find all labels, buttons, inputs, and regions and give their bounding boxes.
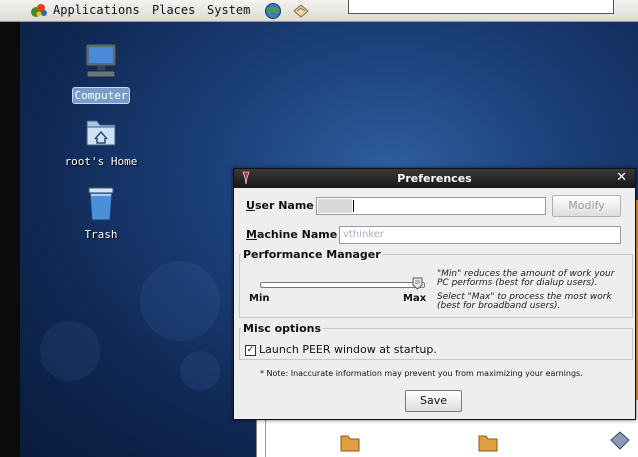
max-label: Max [403, 293, 427, 304]
top-panel: Applications Places System [0, 0, 638, 22]
package-icon [610, 431, 630, 450]
panel-input-field[interactable] [348, 0, 614, 14]
applications-menu[interactable]: Applications [53, 3, 140, 17]
desktop-bokeh [140, 261, 220, 341]
dialog-titlebar[interactable]: Preferences ✕ [234, 169, 635, 188]
dialog-title: Preferences [397, 172, 472, 185]
trash-desktop-icon[interactable]: Trash [56, 186, 146, 242]
gnome-foot-icon[interactable] [30, 2, 48, 18]
folder-icon [340, 435, 360, 452]
desktop-bokeh [40, 321, 100, 381]
min-hint-line-2: PC performs (best for dialup users). [437, 278, 598, 288]
computer-icon [85, 43, 117, 78]
trash-label: Trash [84, 228, 118, 241]
folder-icon [478, 435, 498, 452]
earnings-note: * Note: Inaccurate information may preve… [260, 369, 583, 378]
left-edge [0, 0, 20, 457]
performance-manager-title: Performance Manager [241, 248, 383, 261]
system-menu[interactable]: System [207, 3, 250, 17]
launch-at-startup-checkbox[interactable]: ✓ [245, 345, 256, 356]
max-hint-line-2: (best for broadband users). [437, 301, 561, 311]
min-label: Min [249, 293, 270, 304]
redacted-value [318, 199, 352, 213]
places-menu[interactable]: Places [152, 3, 195, 17]
performance-slider-track[interactable] [260, 282, 425, 288]
computer-desktop-icon[interactable]: Computer [56, 42, 146, 104]
computer-label: Computer [71, 87, 131, 104]
trash-icon [88, 187, 114, 221]
web-browser-launcher-icon[interactable] [264, 2, 282, 19]
desktop-bokeh [180, 351, 220, 391]
home-folder-icon [86, 120, 116, 146]
home-label: root's Home [64, 155, 138, 168]
modify-button[interactable]: Modify [552, 195, 621, 217]
user-name-label: User Name [246, 199, 314, 212]
mail-launcher-icon[interactable] [292, 2, 310, 19]
text-cursor [353, 200, 354, 212]
misc-options-title: Misc options [241, 322, 324, 335]
machine-name-field[interactable]: vthinker [339, 226, 621, 244]
preferences-dialog: Preferences ✕ User Name Modify Machine N… [233, 168, 636, 420]
save-button[interactable]: Save [405, 390, 462, 412]
user-name-field[interactable] [316, 197, 546, 215]
close-icon[interactable]: ✕ [616, 170, 627, 185]
slider-ticks [260, 291, 423, 292]
home-desktop-icon[interactable]: root's Home [56, 117, 146, 169]
performance-slider-thumb[interactable] [412, 277, 423, 290]
machine-name-label: Machine Name [246, 228, 338, 241]
launch-at-startup-label[interactable]: Launch PEER window at startup. [259, 343, 437, 356]
